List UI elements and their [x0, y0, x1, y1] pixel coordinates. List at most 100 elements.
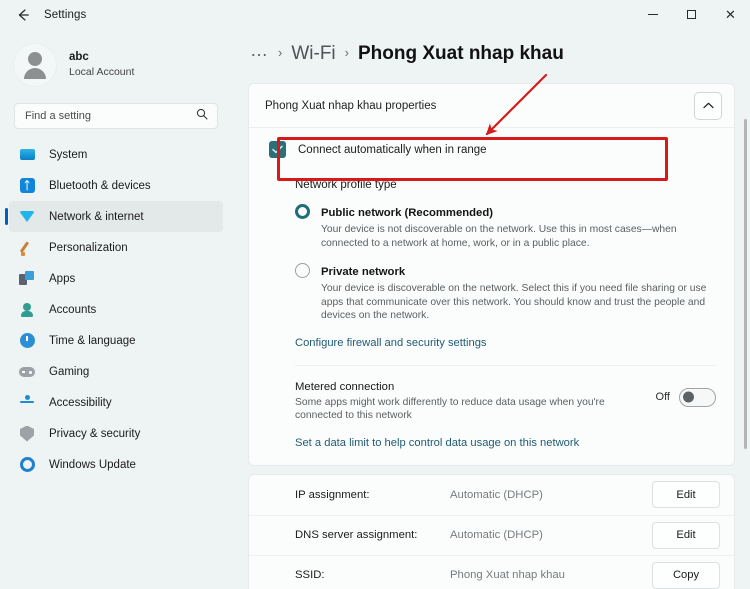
radio-private-indicator[interactable] — [295, 263, 310, 278]
metered-title: Metered connection — [295, 380, 395, 393]
table-row: SSID: Phong Xuat nhap khau Copy — [249, 554, 734, 589]
radio-private-title: Private network — [321, 266, 406, 278]
metered-description: Some apps might work differently to redu… — [295, 396, 605, 422]
collapse-button[interactable] — [694, 91, 722, 120]
page-title: Phong Xuat nhap khau — [358, 43, 564, 64]
dns-assignment-edit-button[interactable]: Edit — [652, 521, 720, 549]
sidebar-item-label: Time & language — [49, 334, 136, 347]
sidebar-nav: System ᛏ Bluetooth & devices Network & i… — [0, 139, 232, 480]
sidebar-item-label: Personalization — [49, 241, 128, 254]
sidebar-item-personalization[interactable]: Personalization — [9, 232, 223, 263]
radio-option-public[interactable]: Public network (Recommended) Your device… — [295, 203, 716, 250]
data-limit-link[interactable]: Set a data limit to help control data us… — [295, 437, 716, 449]
apps-icon — [18, 270, 36, 288]
sidebar-item-label: Bluetooth & devices — [49, 179, 151, 192]
checkmark-icon — [272, 145, 283, 154]
sidebar-item-accounts[interactable]: Accounts — [9, 294, 223, 325]
main-content: … › Wi-Fi › Phong Xuat nhap khau Phong X… — [232, 29, 750, 589]
row-label: IP assignment: — [295, 488, 370, 501]
paintbrush-icon — [18, 239, 36, 257]
minimize-icon — [647, 14, 658, 15]
breadcrumb-overflow-button[interactable]: … — [250, 40, 269, 61]
auto-connect-label: Connect automatically when in range — [298, 143, 487, 156]
sidebar-item-accessibility[interactable]: Accessibility — [9, 387, 223, 418]
metered-text: Metered connection Some apps might work … — [295, 380, 656, 423]
radio-private-text: Private network Your device is discovera… — [321, 262, 716, 323]
sidebar-item-label: Apps — [49, 272, 76, 285]
avatar-head-icon — [28, 52, 42, 66]
account-subtitle: Local Account — [69, 66, 135, 78]
title-bar: Settings ✕ — [0, 0, 750, 29]
account-name: abc — [69, 51, 89, 63]
metered-toggle-group[interactable]: Off — [655, 387, 716, 407]
update-refresh-icon — [18, 456, 36, 474]
account-person-icon — [18, 301, 36, 319]
metered-toggle[interactable] — [679, 387, 716, 407]
avatar-body-icon — [24, 68, 46, 79]
sidebar-item-label: System — [49, 148, 88, 161]
search-input[interactable]: Find a setting — [25, 110, 91, 122]
radio-public-title: Public network (Recommended) — [321, 207, 493, 219]
clock-icon — [18, 332, 36, 350]
system-icon — [18, 146, 36, 164]
table-row: DNS server assignment: Automatic (DHCP) … — [249, 514, 734, 555]
chevron-right-icon: › — [344, 45, 349, 60]
maximize-icon — [687, 10, 696, 19]
network-details-card: IP assignment: Automatic (DHCP) Edit DNS… — [248, 473, 735, 589]
gamepad-icon — [18, 363, 36, 381]
accessibility-icon — [18, 394, 36, 412]
sidebar-item-label: Gaming — [49, 365, 90, 378]
sidebar-item-time-language[interactable]: Time & language — [9, 325, 223, 356]
minimize-button[interactable] — [633, 0, 672, 29]
sidebar-item-label: Windows Update — [49, 458, 136, 471]
sidebar-item-privacy-security[interactable]: Privacy & security — [9, 418, 223, 449]
account-block[interactable]: abc Local Account — [14, 37, 232, 93]
account-text: abc Local Account — [69, 50, 134, 80]
properties-card: Phong Xuat nhap khau properties Connect … — [248, 83, 735, 466]
network-profile-section: Network profile type Public network (Rec… — [249, 171, 734, 366]
close-button[interactable]: ✕ — [711, 0, 750, 29]
maximize-button[interactable] — [672, 0, 711, 29]
search-box[interactable]: Find a setting — [14, 103, 218, 129]
shield-icon — [18, 425, 36, 443]
radio-public-indicator[interactable] — [295, 204, 310, 219]
sidebar-item-apps[interactable]: Apps — [9, 263, 223, 294]
back-arrow-icon — [18, 8, 29, 21]
ssid-copy-button[interactable]: Copy — [652, 561, 720, 589]
wifi-icon — [18, 208, 36, 226]
sidebar-item-gaming[interactable]: Gaming — [9, 356, 223, 387]
sidebar-item-bluetooth-devices[interactable]: ᛏ Bluetooth & devices — [9, 170, 223, 201]
avatar — [14, 44, 56, 86]
sidebar-item-system[interactable]: System — [9, 139, 223, 170]
back-button[interactable] — [8, 3, 38, 27]
radio-option-private[interactable]: Private network Your device is discovera… — [295, 262, 716, 323]
sidebar-item-windows-update[interactable]: Windows Update — [9, 449, 223, 480]
sidebar-item-label: Accessibility — [49, 396, 112, 409]
window-title: Settings — [44, 8, 87, 21]
auto-connect-checkbox[interactable] — [269, 141, 286, 158]
vertical-scrollbar[interactable] — [744, 119, 747, 449]
ip-assignment-edit-button[interactable]: Edit — [652, 481, 720, 508]
row-value: Automatic (DHCP) — [450, 488, 543, 501]
sidebar: abc Local Account Find a setting System … — [0, 29, 232, 589]
chevron-right-icon: › — [278, 45, 283, 60]
bluetooth-icon: ᛏ — [18, 177, 36, 195]
auto-connect-row[interactable]: Connect automatically when in range — [249, 128, 734, 171]
sidebar-item-label: Network & internet — [49, 210, 144, 223]
toggle-knob — [683, 391, 694, 403]
radio-public-text: Public network (Recommended) Your device… — [321, 203, 716, 250]
chevron-up-icon — [702, 102, 714, 109]
close-icon: ✕ — [725, 6, 736, 22]
sidebar-item-network-internet[interactable]: Network & internet — [5, 201, 223, 232]
row-value: Phong Xuat nhap khau — [450, 569, 565, 581]
sidebar-item-label: Privacy & security — [49, 427, 141, 440]
properties-card-title: Phong Xuat nhap khau properties — [265, 99, 437, 112]
row-value: Automatic (DHCP) — [450, 529, 543, 541]
settings-window: Settings ✕ abc Local Account Find a sett… — [0, 0, 750, 589]
breadcrumb-parent-link[interactable]: Wi-Fi — [291, 43, 335, 65]
metered-toggle-state: Off — [655, 391, 670, 403]
search-icon — [196, 107, 208, 125]
metered-connection-section: Metered connection Some apps might work … — [249, 366, 734, 423]
radio-public-description: Your device is not discoverable on the n… — [321, 224, 677, 249]
configure-firewall-link[interactable]: Configure firewall and security settings — [295, 337, 716, 349]
